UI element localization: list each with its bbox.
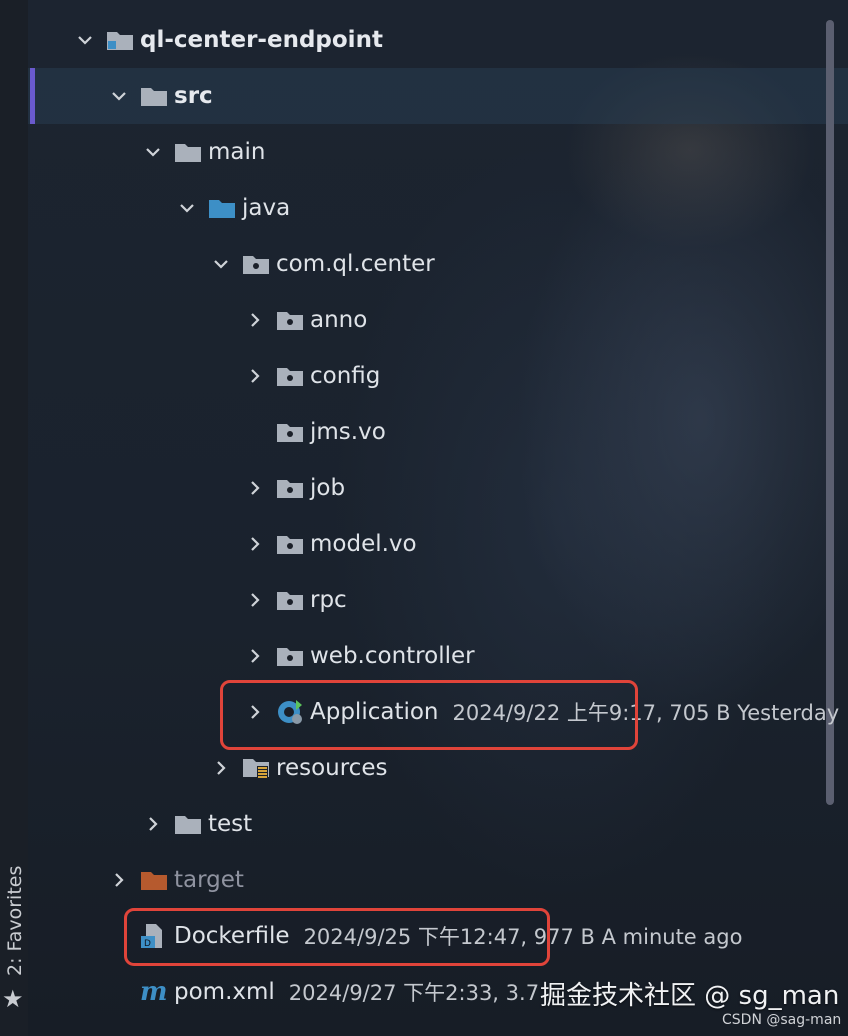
highlight-box-dockerfile (124, 908, 550, 966)
package-icon (276, 308, 304, 332)
chevron-right-icon[interactable] (242, 590, 268, 610)
tree-node-target[interactable]: target (106, 852, 244, 908)
tree-node-label: src (174, 83, 213, 109)
tree-node-label: anno (310, 307, 368, 333)
chevron-down-icon[interactable] (140, 142, 166, 162)
chevron-down-icon[interactable] (72, 30, 98, 50)
folder-icon (140, 84, 168, 108)
tree-node-label: com.ql.center (276, 251, 435, 277)
resources-folder-icon (242, 756, 270, 780)
tree-node-label: resources (276, 755, 388, 781)
folder-icon (174, 812, 202, 836)
tree-node-jms-vo[interactable]: jms.vo (242, 404, 386, 460)
tree-node-config[interactable]: config (242, 348, 380, 404)
chevron-right-icon[interactable] (242, 310, 268, 330)
package-icon (276, 644, 304, 668)
chevron-down-icon[interactable] (106, 86, 132, 106)
tree-node-label: model.vo (310, 531, 417, 557)
tree-node-web-controller[interactable]: web.controller (242, 628, 475, 684)
chevron-right-icon[interactable] (242, 366, 268, 386)
chevron-right-icon[interactable] (242, 478, 268, 498)
chevron-right-icon[interactable] (208, 758, 234, 778)
package-icon (242, 252, 270, 276)
tree-node-label: java (242, 195, 291, 221)
selection-accent (30, 68, 35, 124)
tree-node-pom-xml[interactable]: m pom.xml 2024/9/27 下午2:33, 3.7 (106, 964, 539, 1020)
tree-node-label: web.controller (310, 643, 475, 669)
chevron-right-icon[interactable] (140, 814, 166, 834)
tree-node-label: main (208, 139, 266, 165)
tree-node-label: jms.vo (310, 419, 386, 445)
chevron-right-icon[interactable] (106, 870, 132, 890)
source-folder-icon (208, 196, 236, 220)
maven-icon: m (140, 980, 168, 1004)
highlight-box-application (220, 680, 638, 750)
tree-node-label: rpc (310, 587, 347, 613)
package-icon (276, 476, 304, 500)
chevron-right-icon[interactable] (242, 534, 268, 554)
csdn-mark: CSDN @sag-man (722, 1012, 842, 1028)
watermark: 掘金技术社区 @ sg_man (540, 981, 840, 1011)
tree-node-label: config (310, 363, 381, 389)
favorites-label: 2: Favorites (4, 865, 26, 976)
svg-text:m: m (140, 980, 168, 1004)
module-folder-icon (106, 28, 134, 52)
tree-node-model-vo[interactable]: model.vo (242, 516, 417, 572)
file-meta: 2024/9/27 下午2:33, 3.7 (288, 981, 540, 1005)
excluded-folder-icon (140, 868, 168, 892)
tree-node-label: target (174, 867, 244, 893)
tree-node-job[interactable]: job (242, 460, 345, 516)
tree-node-java[interactable]: java (174, 180, 290, 236)
chevron-down-icon[interactable] (174, 198, 200, 218)
package-icon (276, 588, 304, 612)
package-icon (276, 532, 304, 556)
star-icon: ★ (2, 985, 24, 1013)
favorites-tab[interactable]: 2: Favorites ★ (0, 850, 28, 1013)
tree-node-rpc[interactable]: rpc (242, 572, 347, 628)
chevron-down-icon[interactable] (208, 254, 234, 274)
tree-node-src[interactable]: src (106, 68, 213, 124)
tree-node-label: job (310, 475, 346, 501)
tree-node-label: pom.xml (174, 979, 275, 1005)
tree-node-ql-center-endpoint[interactable]: ql-center-endpoint (72, 12, 383, 68)
tree-node-label: ql-center-endpoint (140, 27, 383, 53)
package-icon (276, 364, 304, 388)
package-icon (276, 420, 304, 444)
folder-icon (174, 140, 202, 164)
chevron-right-icon[interactable] (242, 646, 268, 666)
tree-node-com-ql-center[interactable]: com.ql.center (208, 236, 435, 292)
tree-node-label: test (208, 811, 253, 837)
tree-node-test[interactable]: test (140, 796, 252, 852)
tree-node-main[interactable]: main (140, 124, 265, 180)
tree-node-anno[interactable]: anno (242, 292, 367, 348)
